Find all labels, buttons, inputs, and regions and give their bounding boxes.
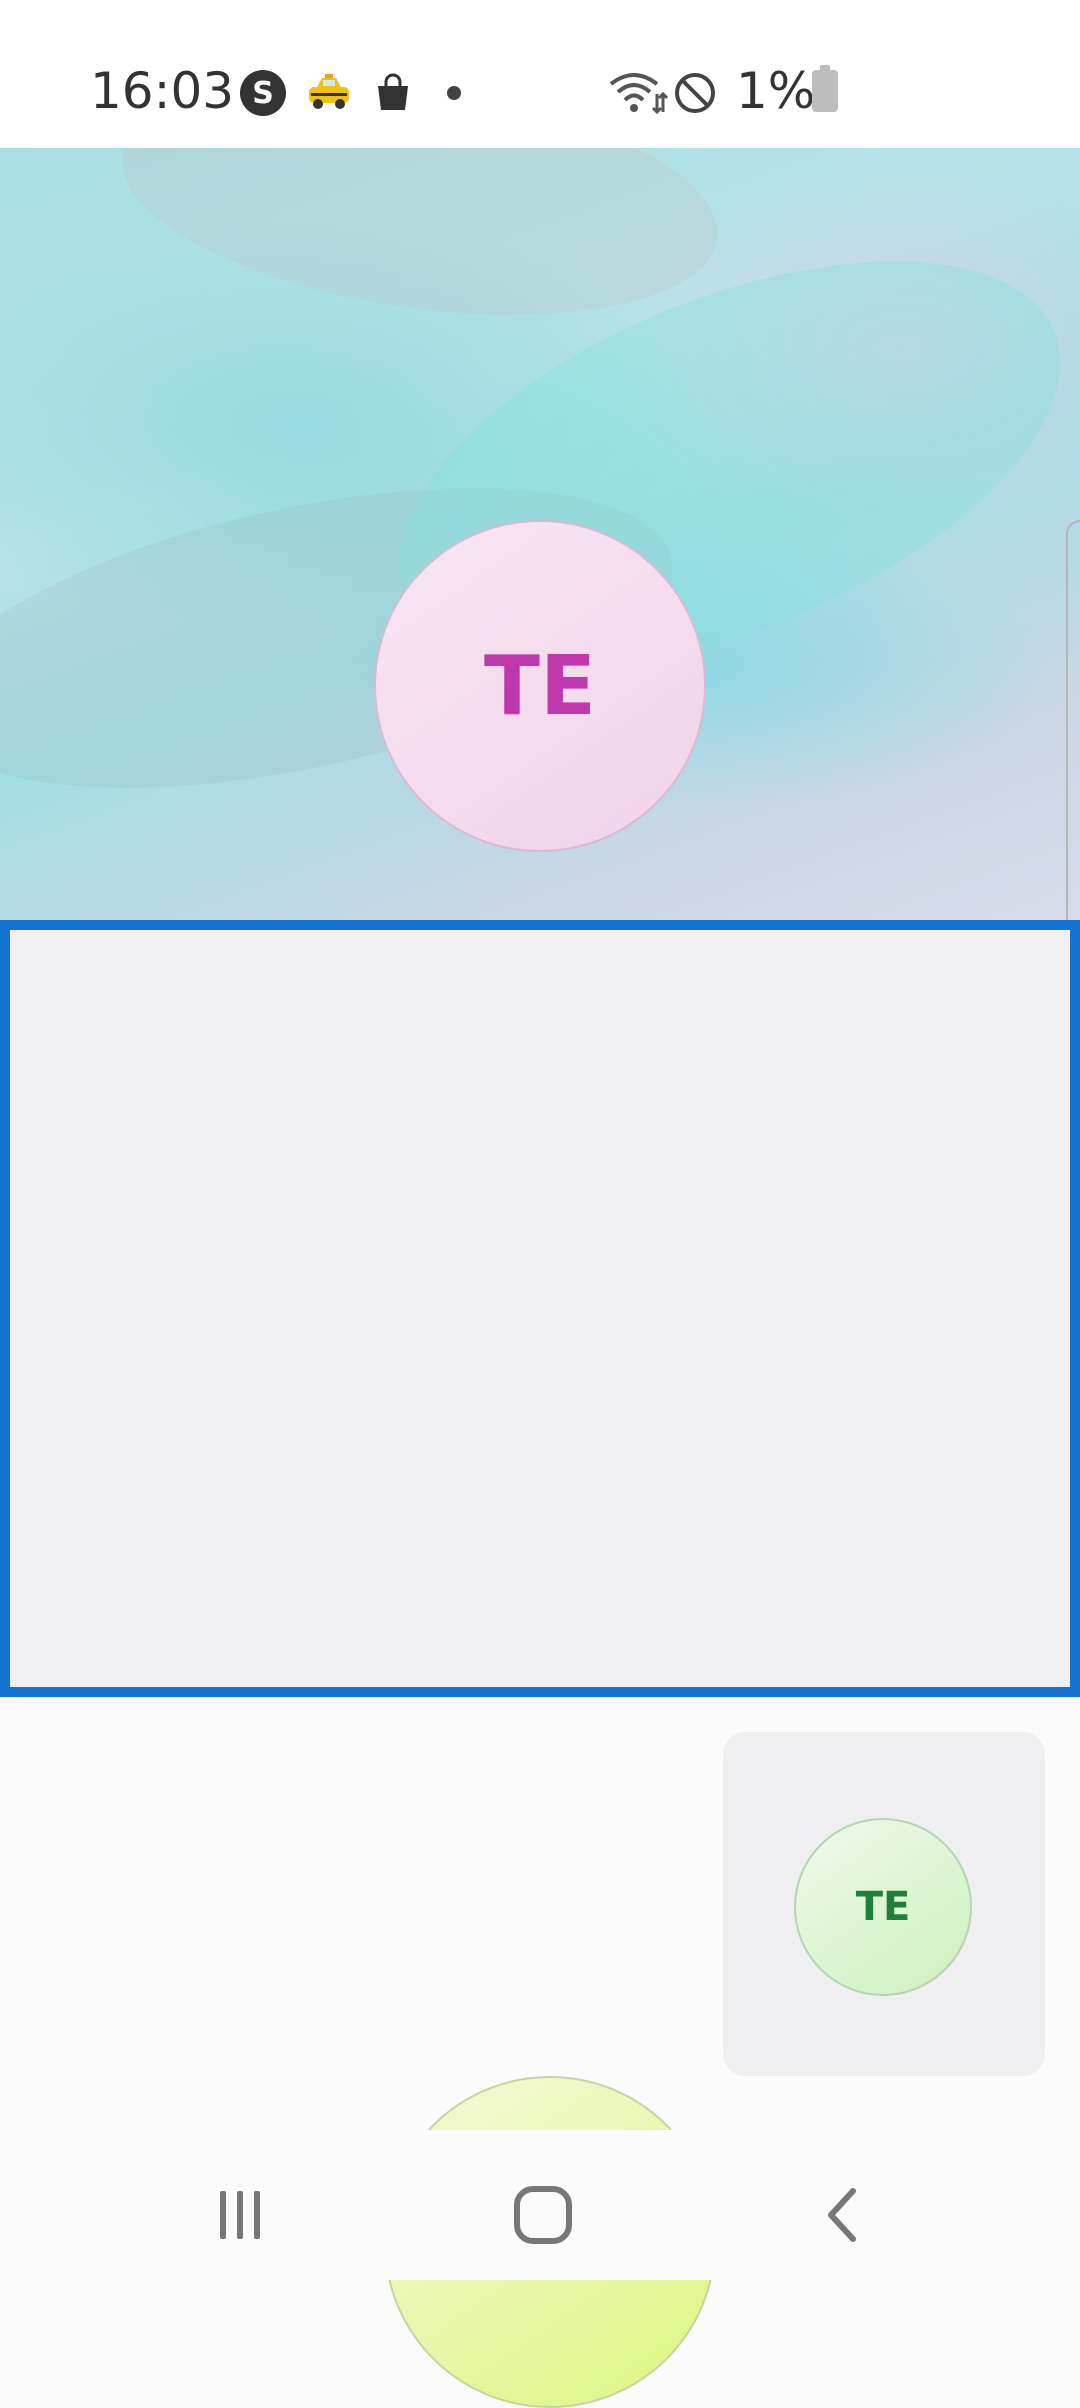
shopping-bag-icon — [370, 70, 416, 116]
more-notifications-dot — [447, 86, 461, 100]
edge-panel-handle[interactable] — [1066, 520, 1080, 920]
status-bar: 16:03 S 1% — [0, 0, 1080, 148]
clock: 16:03 — [90, 62, 235, 120]
back-icon — [828, 2188, 856, 2242]
wifi-icon — [606, 70, 670, 116]
home-button[interactable] — [488, 2160, 598, 2270]
do-not-disturb-icon — [672, 70, 718, 116]
participant-tile-te[interactable]: TE — [0, 148, 1080, 920]
skype-icon: S — [240, 70, 286, 116]
back-button[interactable] — [790, 2160, 900, 2270]
home-icon — [514, 2186, 572, 2244]
participant-tile-d[interactable]: D- — [0, 920, 1080, 2408]
battery-icon — [812, 65, 838, 112]
recent-apps-button[interactable] — [185, 2160, 295, 2270]
taxi-icon — [300, 70, 358, 116]
battery-percent: 1% — [736, 62, 816, 120]
self-view-tile[interactable]: TE — [723, 1732, 1045, 2076]
recent-apps-icon — [220, 2191, 260, 2239]
participant-avatar-te: TE — [374, 520, 706, 852]
background-shape — [107, 148, 733, 349]
navigation-bar — [0, 2130, 1080, 2280]
self-avatar: TE — [794, 1818, 972, 1996]
